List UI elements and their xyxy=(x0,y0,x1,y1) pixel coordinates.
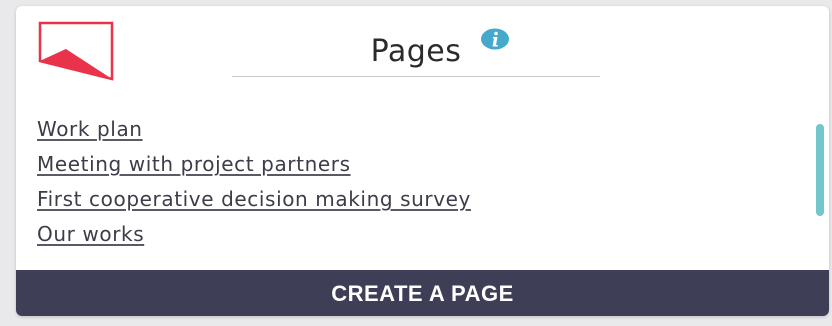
page-title-container: Pages xyxy=(232,24,600,77)
list-item: Meeting with project partners xyxy=(37,152,471,187)
scrollbar-thumb[interactable] xyxy=(816,124,824,216)
list-item: Work plan xyxy=(37,117,471,152)
page-list: Work plan Meeting with project partners … xyxy=(37,117,471,257)
create-page-button[interactable]: CREATE A PAGE xyxy=(16,270,829,316)
page-link-our-works[interactable]: Our works xyxy=(37,222,144,246)
list-item: Our works xyxy=(37,222,471,257)
pages-widget: Pages Work plan Meeting with project par… xyxy=(16,6,829,316)
scrollbar[interactable] xyxy=(816,124,824,216)
info-icon[interactable] xyxy=(480,28,510,50)
list-item: First cooperative decision making survey xyxy=(37,187,471,222)
page-link-work-plan[interactable]: Work plan xyxy=(37,117,143,141)
page-title: Pages xyxy=(370,34,462,69)
page-link-survey[interactable]: First cooperative decision making survey xyxy=(37,187,471,211)
flag-logo-icon xyxy=(38,21,114,81)
page-link-meeting[interactable]: Meeting with project partners xyxy=(37,152,351,176)
